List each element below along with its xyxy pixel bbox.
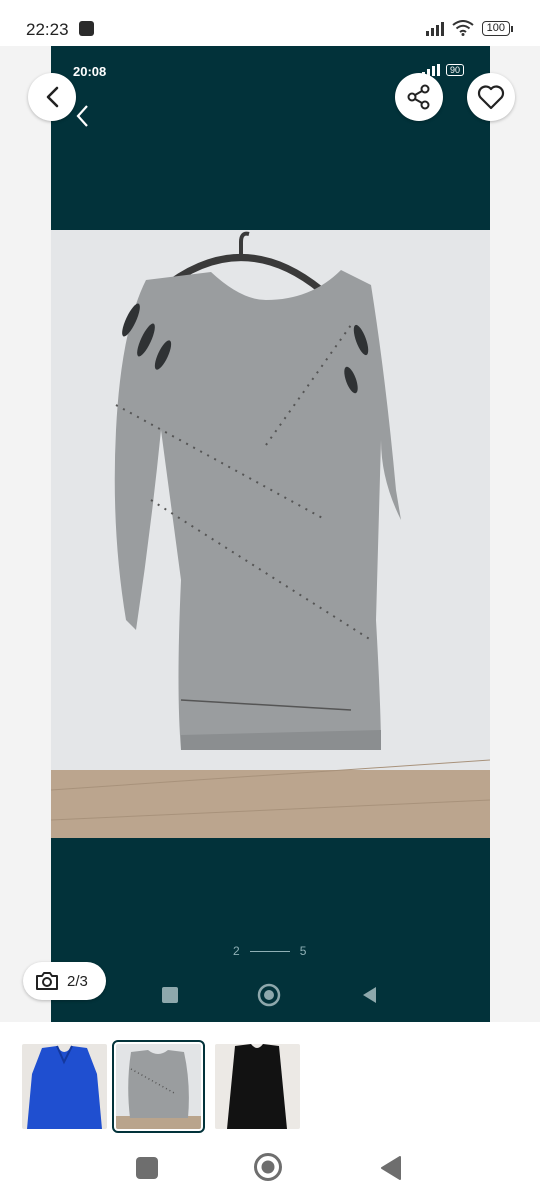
home-button[interactable] xyxy=(253,1152,283,1182)
notification-icon xyxy=(79,21,94,36)
photo-pager: 2 5 xyxy=(233,944,306,958)
photo-nav-bar xyxy=(51,980,490,1010)
photo-triangle-icon xyxy=(363,987,376,1003)
photo-status-time: 20:08 xyxy=(73,64,107,79)
product-photo[interactable]: 20:08 90 2 5 xyxy=(51,46,490,1022)
grey-dress-thumbnail xyxy=(116,1044,201,1129)
back-icon xyxy=(46,86,59,108)
thumbnail-2[interactable] xyxy=(112,1040,205,1133)
heart-icon xyxy=(477,85,505,110)
photo-circle-icon xyxy=(257,983,281,1007)
photo-square-icon xyxy=(162,987,178,1003)
favorite-button[interactable] xyxy=(467,73,515,121)
camera-icon xyxy=(36,972,58,990)
photo-back-arrow-icon xyxy=(76,105,88,127)
thumbnail-1[interactable] xyxy=(22,1044,107,1129)
photo-counter-label: 2/3 xyxy=(67,972,88,990)
back-nav-button[interactable] xyxy=(380,1155,402,1181)
wifi-icon xyxy=(452,20,474,36)
status-bar: 22:23 100 xyxy=(0,0,540,46)
status-time: 22:23 xyxy=(26,20,69,39)
circle-icon xyxy=(261,1160,275,1174)
signal-icon xyxy=(425,20,444,36)
battery-indicator: 100 xyxy=(481,20,514,36)
photo-battery-indicator: 90 xyxy=(445,64,464,76)
back-button[interactable] xyxy=(28,73,76,121)
recents-button[interactable] xyxy=(136,1157,158,1179)
black-dress-thumbnail xyxy=(215,1044,300,1129)
pager-total: 5 xyxy=(299,944,307,958)
photo-counter[interactable]: 2/3 xyxy=(23,962,106,1000)
status-icons: 100 xyxy=(425,20,514,36)
share-button[interactable] xyxy=(395,73,443,121)
blue-sweater-thumbnail xyxy=(22,1044,107,1129)
share-icon xyxy=(407,84,430,110)
thumbnail-3[interactable] xyxy=(215,1044,300,1129)
garment-image xyxy=(51,230,490,838)
pager-current: 2 xyxy=(233,944,240,958)
thumbnail-strip xyxy=(0,1022,540,1140)
triangle-icon xyxy=(381,1156,401,1180)
grey-dress-illustration xyxy=(51,230,490,838)
pager-line xyxy=(249,950,290,952)
system-nav-bar xyxy=(0,1140,540,1200)
image-viewer[interactable]: 20:08 90 2 5 2/3 xyxy=(0,46,540,1022)
